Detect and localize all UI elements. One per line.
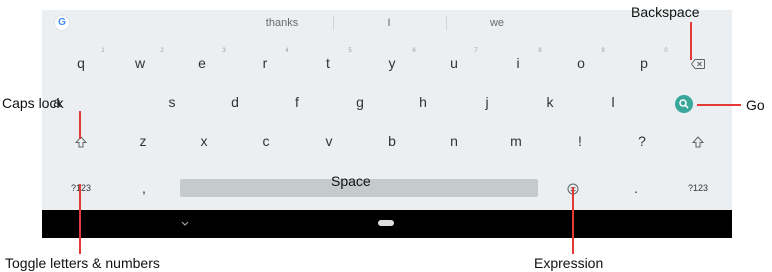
key-j[interactable]: j <box>467 87 507 117</box>
caps-lock-annotation: Caps lock <box>2 95 64 111</box>
suggestion-strip: G thanks I we <box>42 10 732 36</box>
shift-icon <box>691 136 705 148</box>
caps-lock-leader-line <box>79 111 81 139</box>
suggestion-2[interactable]: I <box>334 10 444 36</box>
key-o[interactable]: o <box>561 48 601 78</box>
key-g[interactable]: g <box>340 87 380 117</box>
key-question[interactable]: ? <box>622 126 662 156</box>
symbols-toggle-key[interactable]: ?123 <box>61 173 101 203</box>
shift-icon <box>74 136 88 148</box>
key-q[interactable]: q <box>61 48 101 78</box>
key-v[interactable]: v <box>309 126 349 156</box>
key-i[interactable]: i <box>498 48 538 78</box>
toggle-leader-line <box>79 184 81 254</box>
backspace-icon <box>690 59 705 70</box>
key-p[interactable]: p <box>624 48 664 78</box>
backspace-annotation: Backspace <box>631 4 700 20</box>
key-n[interactable]: n <box>434 126 474 156</box>
key-e[interactable]: e <box>182 48 222 78</box>
key-y[interactable]: y <box>372 48 412 78</box>
key-k[interactable]: k <box>530 87 570 117</box>
backspace-key[interactable] <box>678 48 718 78</box>
key-b[interactable]: b <box>372 126 412 156</box>
key-d[interactable]: d <box>215 87 255 117</box>
shift-key-left[interactable] <box>61 126 101 156</box>
go-button[interactable] <box>675 95 693 113</box>
suggestion-1[interactable]: thanks <box>232 10 332 36</box>
space-annotation: Space <box>331 173 371 189</box>
keyboard: G thanks I we 1 q 2 w 3 e 4 r 5 t 6 y 7 … <box>42 10 732 238</box>
key-t[interactable]: t <box>308 48 348 78</box>
suggestion-3[interactable]: we <box>447 10 547 36</box>
key-c[interactable]: c <box>246 126 286 156</box>
expression-annotation: Expression <box>534 255 604 271</box>
symbols-toggle-key-right[interactable]: ?123 <box>678 173 718 203</box>
key-h[interactable]: h <box>403 87 443 117</box>
key-w[interactable]: w <box>120 48 160 78</box>
key-z[interactable]: z <box>123 126 163 156</box>
key-x[interactable]: x <box>184 126 224 156</box>
key-l[interactable]: l <box>593 87 633 117</box>
expression-leader-line <box>572 187 574 254</box>
go-annotation: Go <box>746 97 765 113</box>
search-icon <box>679 99 689 109</box>
key-s[interactable]: s <box>152 87 192 117</box>
go-leader-line <box>697 104 741 106</box>
backspace-leader-line <box>690 22 692 60</box>
key-exclamation[interactable]: ! <box>560 126 600 156</box>
chevron-down-icon[interactable] <box>180 220 190 228</box>
key-r[interactable]: r <box>245 48 285 78</box>
key-m[interactable]: m <box>496 126 536 156</box>
toggle-annotation: Toggle letters & numbers <box>5 255 160 271</box>
key-comma[interactable]: , <box>124 173 164 203</box>
system-navigation-bar <box>42 210 732 238</box>
google-logo-icon[interactable]: G <box>55 16 69 30</box>
home-pill-icon[interactable] <box>378 220 394 226</box>
key-u[interactable]: u <box>434 48 474 78</box>
key-period[interactable]: . <box>616 173 656 203</box>
key-f[interactable]: f <box>277 87 317 117</box>
shift-key-right[interactable] <box>678 126 718 156</box>
